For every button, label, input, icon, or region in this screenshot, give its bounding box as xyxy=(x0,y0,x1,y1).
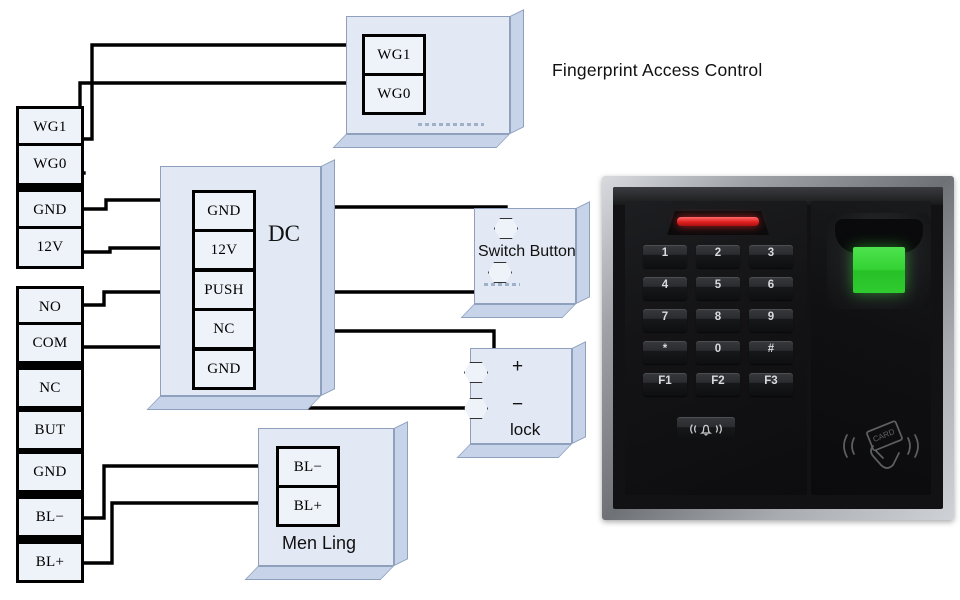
box-bottom xyxy=(456,444,572,458)
key-hash[interactable]: # xyxy=(749,341,793,364)
bell-terminal-bl-minus[interactable]: BL− xyxy=(276,446,340,488)
reader-terminal-wg1[interactable]: WG1 xyxy=(362,34,426,76)
key-f2[interactable]: F2 xyxy=(696,373,740,396)
switch-vent-dots xyxy=(484,283,520,286)
bell-terminal-bl-plus[interactable]: BL+ xyxy=(276,485,340,527)
terminal-nc[interactable]: NC xyxy=(16,367,84,409)
dc-terminal-nc[interactable]: NC xyxy=(192,308,256,350)
lock-plus-label: + xyxy=(512,356,524,377)
terminal-wg0[interactable]: WG0 xyxy=(16,143,84,186)
relay-bell-block: NO COM NC BUT GND BL− BL+ xyxy=(16,286,84,583)
box-bottom xyxy=(244,566,394,580)
key-f1[interactable]: F1 xyxy=(643,373,687,396)
wire-wg0 xyxy=(78,81,364,175)
key-1[interactable]: 1 xyxy=(643,245,687,268)
terminal-bl-plus[interactable]: BL+ xyxy=(16,541,84,583)
box-side xyxy=(572,341,586,444)
switch-button-box: Switch Button xyxy=(460,201,590,318)
key-3[interactable]: 3 xyxy=(749,245,793,268)
wire-gnd-bell xyxy=(84,452,276,474)
wire-wg1 xyxy=(82,43,364,141)
terminal-bl-minus[interactable]: BL− xyxy=(16,496,84,538)
fingerprint-sensor[interactable] xyxy=(853,247,905,293)
lock-label: lock xyxy=(510,420,541,439)
key-star[interactable]: * xyxy=(643,341,687,364)
reader-panel: CARD xyxy=(811,201,931,495)
switch-button-label: Switch Button xyxy=(478,243,576,260)
device-body: 1 2 3 4 5 6 7 8 9 * 0 # F1 F2 F3 CARD xyxy=(613,187,943,509)
key-5[interactable]: 5 xyxy=(696,277,740,300)
wiegand-power-block: WG1 WG0 GND 12V xyxy=(16,106,84,269)
box-bottom xyxy=(146,396,321,410)
page-title: Fingerprint Access Control xyxy=(552,60,763,80)
key-9[interactable]: 9 xyxy=(749,309,793,332)
dc-label: DC xyxy=(268,221,300,246)
wiegand-reader-box: WG1 WG0 xyxy=(332,9,524,148)
door-bell-box: BL− BL+ Men Ling xyxy=(244,421,408,580)
doorbell-button[interactable] xyxy=(677,417,735,441)
bell-icon xyxy=(690,424,722,436)
terminal-com[interactable]: COM xyxy=(16,322,84,364)
dc-terminal-gnd-2[interactable]: GND xyxy=(192,348,256,390)
door-bell-label: Men Ling xyxy=(282,533,357,553)
box-side xyxy=(510,9,524,134)
key-4[interactable]: 4 xyxy=(643,277,687,300)
dc-terminal-push[interactable]: PUSH xyxy=(192,269,256,311)
lock-minus-label: − xyxy=(512,394,524,415)
wire-bl-plus xyxy=(82,501,278,565)
key-7[interactable]: 7 xyxy=(643,309,687,332)
key-6[interactable]: 6 xyxy=(749,277,793,300)
box-bottom xyxy=(332,134,510,148)
status-led-indicator xyxy=(677,217,759,226)
terminal-but[interactable]: BUT xyxy=(16,409,84,451)
rfid-card-icon: CARD xyxy=(843,420,919,469)
key-f3[interactable]: F3 xyxy=(749,373,793,396)
key-0[interactable]: 0 xyxy=(696,341,740,364)
key-8[interactable]: 8 xyxy=(696,309,740,332)
terminal-gnd-2[interactable]: GND xyxy=(16,451,84,493)
reader-terminal-wg0[interactable]: WG0 xyxy=(362,73,426,115)
box-side xyxy=(394,421,408,566)
keypad: 1 2 3 4 5 6 7 8 9 * 0 # F1 F2 F3 xyxy=(643,245,793,396)
reader-vent-dots xyxy=(418,123,484,126)
fingerprint-sensor-bay xyxy=(827,213,931,309)
box-side xyxy=(321,159,335,396)
keypad-panel: 1 2 3 4 5 6 7 8 9 * 0 # F1 F2 F3 xyxy=(625,201,807,495)
fingerprint-access-control-device: 1 2 3 4 5 6 7 8 9 * 0 # F1 F2 F3 CARD xyxy=(602,176,954,520)
box-bottom xyxy=(460,304,576,318)
terminal-12v[interactable]: 12V xyxy=(16,226,84,269)
dc-terminal-gnd[interactable]: GND xyxy=(192,190,256,232)
wiring-diagram-canvas: WG1 WG0 GND 12V NO COM NC BUT GND BL− BL… xyxy=(0,0,960,600)
box-side xyxy=(576,201,590,304)
key-2[interactable]: 2 xyxy=(696,245,740,268)
lock-box: + − lock xyxy=(456,341,586,458)
dc-power-supply-box: DC GND 12V PUSH NC GND xyxy=(146,159,335,410)
dc-terminal-12v[interactable]: 12V xyxy=(192,229,256,271)
